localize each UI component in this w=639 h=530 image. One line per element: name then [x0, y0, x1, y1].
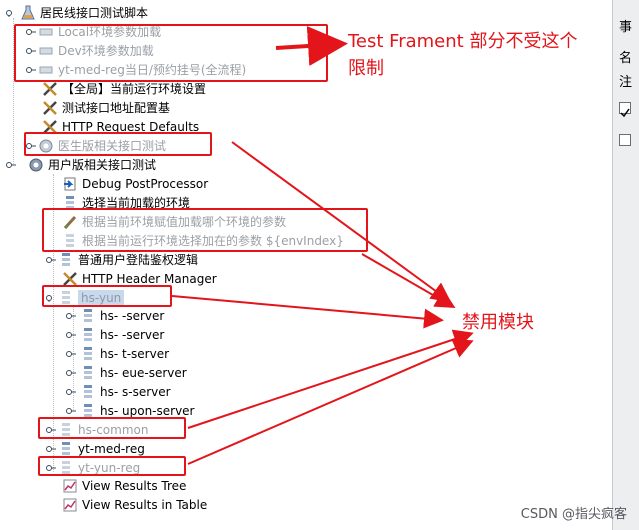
- arrow-from-hs-yun: [171, 295, 444, 329]
- annotation-test-fragment-note: Test Frament 部分不受这个 限制: [348, 31, 578, 79]
- arrow-to-test-fragment-note: [275, 26, 348, 66]
- watermark: CSDN @指尖疯客: [520, 507, 627, 522]
- arrow-from-doctor: [231, 141, 452, 303]
- arrow-from-env: [361, 253, 456, 309]
- arrow-to-hs-common: [187, 329, 474, 429]
- annotation-disabled-modules-note: 禁用模块: [462, 312, 534, 333]
- arrow-to-yt-yun-reg: [187, 339, 474, 465]
